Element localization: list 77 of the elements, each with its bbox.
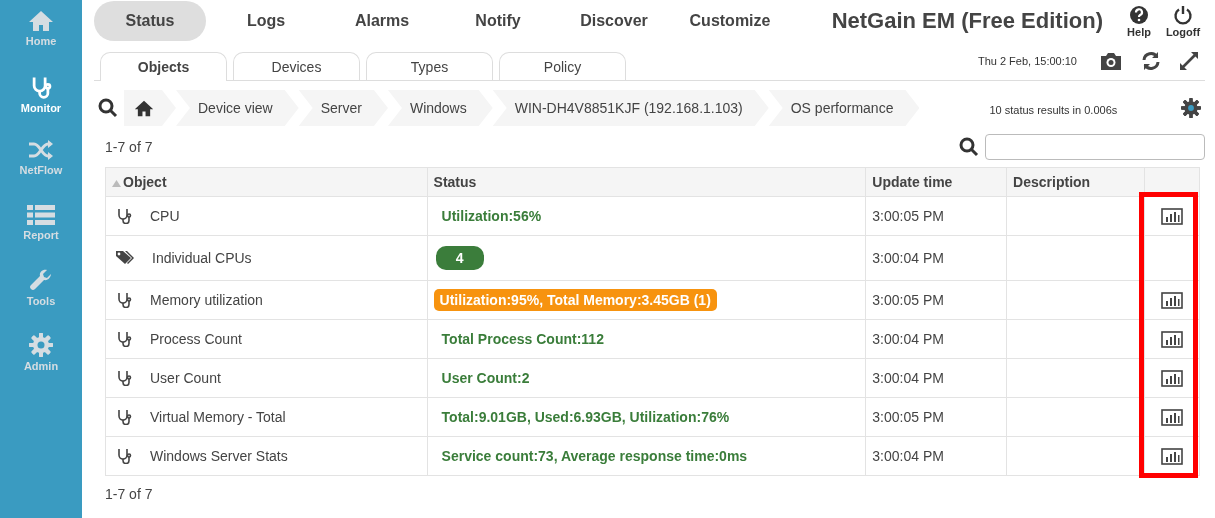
breadcrumb-item[interactable]: OS performance xyxy=(768,90,920,126)
object-name[interactable]: Virtual Memory - Total xyxy=(150,409,286,425)
chart-icon[interactable] xyxy=(1161,207,1183,225)
search-icon[interactable] xyxy=(98,98,118,118)
breadcrumb-item[interactable]: WIN-DH4V8851KJF (192.168.1.103) xyxy=(492,90,769,126)
app-title: NetGain EM (Free Edition) xyxy=(831,8,1103,34)
results-info: 10 status results in 0.006s xyxy=(989,104,1118,116)
power-icon xyxy=(1173,4,1193,25)
update-time: 3:00:04 PM xyxy=(872,250,944,266)
sub-tab[interactable]: Types xyxy=(366,52,493,80)
expand-icon[interactable] xyxy=(1179,51,1199,71)
sub-tab[interactable]: Policy xyxy=(499,52,626,80)
chart-icon[interactable] xyxy=(1161,291,1183,309)
home-icon xyxy=(28,10,54,32)
date-time: Thu 2 Feb, 15:00:10 xyxy=(977,55,1077,67)
wrench-icon xyxy=(29,268,53,292)
status-text: User Count:2 xyxy=(440,370,530,386)
chart-icon[interactable] xyxy=(1161,330,1183,348)
stethoscope-icon xyxy=(116,409,132,425)
column-header[interactable]: Status xyxy=(427,167,866,197)
nav-tab[interactable]: Customize xyxy=(674,1,786,41)
help-icon xyxy=(1129,4,1149,25)
status-text: Total:9.01GB, Used:6.93GB, Utilization:76% xyxy=(440,409,730,425)
sort-icon xyxy=(112,180,121,187)
column-header[interactable]: Description xyxy=(1006,167,1145,197)
sub-tab[interactable]: Objects xyxy=(100,52,227,81)
settings-icon[interactable] xyxy=(1181,98,1201,118)
object-name[interactable]: Process Count xyxy=(150,331,242,347)
update-time: 3:00:05 PM xyxy=(872,292,944,308)
chart-icon[interactable] xyxy=(1161,408,1183,426)
update-time: 3:00:04 PM xyxy=(872,370,944,386)
nav-tab[interactable]: Notify xyxy=(442,1,554,41)
breadcrumb-item[interactable]: Device view xyxy=(176,90,299,126)
sub-tab[interactable]: Devices xyxy=(233,52,360,80)
stethoscope-icon xyxy=(116,370,132,386)
stethoscope-icon xyxy=(116,208,132,224)
stethoscope-icon xyxy=(116,331,132,347)
status-text: Total Process Count:112 xyxy=(440,331,604,347)
search-field[interactable] xyxy=(985,134,1205,160)
breadcrumb-item[interactable]: Windows xyxy=(387,90,493,126)
stethoscope-icon xyxy=(116,448,132,464)
help-button[interactable]: Help xyxy=(1117,4,1161,38)
object-name[interactable]: CPU xyxy=(150,208,180,224)
chart-icon[interactable] xyxy=(1161,369,1183,387)
breadcrumb-item[interactable]: Server xyxy=(298,90,388,126)
nav-tab[interactable]: Status xyxy=(94,1,206,41)
column-header[interactable]: Update time xyxy=(865,167,1007,197)
status-badge: Utilization:95%, Total Memory:3.45GB (1) xyxy=(433,289,717,311)
count-badge: 4 xyxy=(435,246,484,270)
list-icon xyxy=(27,203,55,226)
pager-text: 1-7 of 7 xyxy=(105,139,153,155)
nav-tab[interactable]: Alarms xyxy=(326,1,438,41)
status-text: Service count:73, Average response time:0ms xyxy=(440,448,748,464)
update-time: 3:00:05 PM xyxy=(872,208,944,224)
column-header[interactable]: Object xyxy=(105,167,428,197)
object-name[interactable]: User Count xyxy=(150,370,221,386)
shuffle-icon xyxy=(28,139,54,161)
home-crumb[interactable] xyxy=(124,90,176,126)
camera-icon[interactable] xyxy=(1099,51,1123,71)
update-time: 3:00:04 PM xyxy=(872,448,944,464)
status-text: Utilization:56% xyxy=(440,208,542,224)
tags-icon xyxy=(116,251,134,265)
nav-tab[interactable]: Logs xyxy=(210,1,322,41)
stethoscope-icon xyxy=(30,74,52,99)
refresh-icon[interactable] xyxy=(1141,51,1161,71)
home-icon xyxy=(134,99,154,117)
search-icon[interactable] xyxy=(959,137,979,157)
logoff-button[interactable]: Logoff xyxy=(1161,4,1205,38)
object-name[interactable]: Memory utilization xyxy=(150,292,263,308)
nav-tab[interactable]: Discover xyxy=(558,1,670,41)
pager-text: 1-7 of 7 xyxy=(105,486,153,502)
object-name[interactable]: Windows Server Stats xyxy=(150,448,288,464)
object-name[interactable]: Individual CPUs xyxy=(152,250,252,266)
update-time: 3:00:05 PM xyxy=(872,409,944,425)
chart-icon[interactable] xyxy=(1161,447,1183,465)
update-time: 3:00:04 PM xyxy=(872,331,944,347)
stethoscope-icon xyxy=(116,292,132,308)
